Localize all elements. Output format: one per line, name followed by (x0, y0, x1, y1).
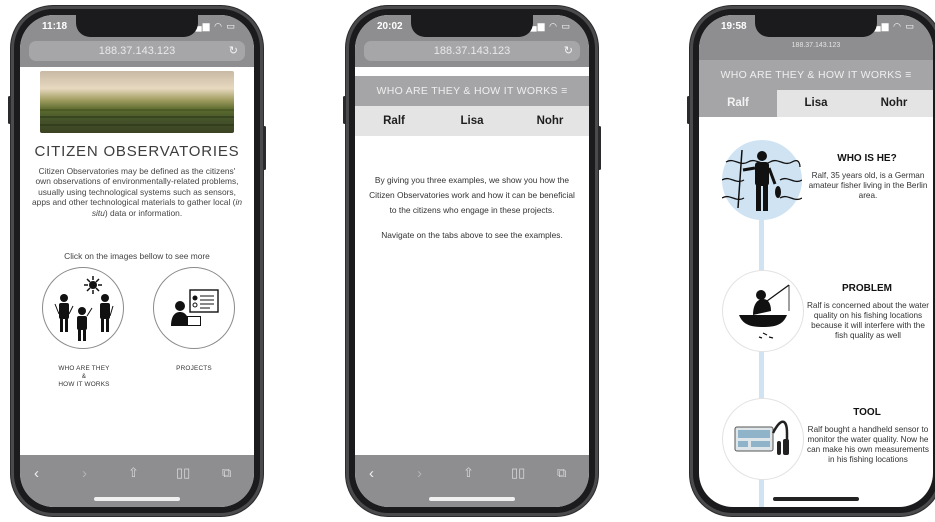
bookmarks-icon[interactable]: ▯▯ (511, 465, 525, 481)
water-sensor-icon (734, 420, 789, 455)
volume-button (8, 96, 11, 124)
status-time: 19:58 (721, 21, 747, 32)
phone-3: 19:58 ▂▄▆ ◠ ▭ 188.37.143.123 WHO ARE THE… (687, 6, 935, 516)
status-time: 20:02 (377, 21, 403, 32)
fisher-icon (721, 149, 803, 211)
url-text: 188.37.143.123 (98, 45, 176, 57)
sensor-illustration (722, 398, 804, 480)
menu-title: WHO ARE THEY & HOW IT WORKS (720, 69, 902, 81)
tabs-icon[interactable]: ⧉ (222, 465, 231, 481)
menu-title: WHO ARE THEY & HOW IT WORKS (376, 85, 558, 97)
reload-icon[interactable]: ↻ (564, 41, 573, 61)
browser-toolbar: ‹ › ⇧ ▯▯ ⧉ (355, 455, 589, 507)
tab-ralf[interactable]: Ralf (355, 106, 433, 136)
example-tabs: Ralf Lisa Nohr (355, 106, 589, 136)
tab-lisa[interactable]: Lisa (433, 106, 511, 136)
section-text-who: Ralf, 35 years old, is a German amateur … (808, 171, 928, 200)
phone-1-screen: 11:18 ▂▄▆ ◠ ▭ 188.37.143.123 ↻ CITIZEN O… (20, 15, 254, 507)
phone-2-screen: 20:02 ▂▄▆ ◠ ▭ 188.37.143.123 ↻ WHO ARE T… (355, 15, 589, 507)
notch (755, 15, 877, 37)
tab-ralf-active[interactable]: Ralf (699, 90, 777, 117)
section-text-tool: Ralf bought a handheld sensor to monitor… (807, 425, 929, 464)
hamburger-icon[interactable]: ≡ (905, 69, 911, 81)
citizens-group-icon (54, 276, 114, 341)
vineyard-hero-image (40, 71, 234, 133)
section-text-problem: Ralf is concerned about the water qualit… (807, 301, 929, 340)
forward-icon[interactable]: › (82, 465, 87, 482)
example-tabs: Ralf Lisa Nohr (699, 90, 933, 117)
reload-icon[interactable]: ↻ (229, 41, 238, 61)
share-icon[interactable]: ⇧ (463, 465, 474, 481)
notch (76, 15, 198, 37)
intro-text: By giving you three examples, we show yo… (369, 175, 575, 215)
url-bar[interactable]: 188.37.143.123 ↻ (364, 41, 580, 61)
tab-nohr[interactable]: Nohr (855, 90, 933, 117)
section-heading-who: WHO IS HE? (837, 153, 897, 164)
projects-label: PROJECTS (176, 365, 212, 372)
status-time: 11:18 (42, 21, 68, 32)
url-text: 188.37.143.123 (433, 45, 511, 57)
phone-2: 20:02 ▂▄▆ ◠ ▭ 188.37.143.123 ↻ WHO ARE T… (343, 6, 601, 516)
volume-button (687, 96, 690, 124)
description-text: Citizen Observatories may be defined as … (32, 166, 242, 218)
phone-1: 11:18 ▂▄▆ ◠ ▭ 188.37.143.123 ↻ CITIZEN O… (8, 6, 266, 516)
wifi-icon: ◠ (214, 21, 223, 31)
volume-button (343, 96, 346, 124)
wifi-icon: ◠ (549, 21, 558, 31)
tabs-icon[interactable]: ⧉ (557, 465, 566, 481)
power-button (598, 126, 601, 170)
hamburger-icon[interactable]: ≡ (561, 85, 567, 97)
battery-icon: ▭ (226, 21, 236, 31)
home-indicator (94, 497, 180, 501)
home-indicator (773, 497, 859, 501)
back-icon[interactable]: ‹ (369, 465, 374, 482)
battery-icon: ▭ (561, 21, 571, 31)
bookmarks-icon[interactable]: ▯▯ (176, 465, 190, 481)
section-heading-problem: PROBLEM (842, 283, 892, 294)
wifi-icon: ◠ (893, 21, 902, 31)
presentation-icon (171, 289, 219, 326)
notch (411, 15, 533, 37)
section-heading-tool: TOOL (853, 407, 881, 418)
sun-icon (84, 276, 102, 294)
who-are-they-card[interactable] (42, 267, 124, 349)
navigate-text: Navigate on the tabs above to see the ex… (381, 230, 563, 240)
page-title: CITIZEN OBSERVATORIES (34, 143, 240, 160)
boat-fisher-icon (739, 284, 790, 339)
projects-card[interactable] (153, 267, 235, 349)
share-icon[interactable]: ⇧ (128, 465, 139, 481)
boat-illustration (722, 270, 804, 352)
who-are-they-label: WHO ARE THEY & HOW IT WORKS (58, 365, 110, 388)
power-button (263, 126, 266, 170)
section-menu-bar[interactable]: WHO ARE THEY & HOW IT WORKS ≡ (355, 76, 589, 106)
click-prompt: Click on the images bellow to see more (64, 251, 210, 261)
url-text-compact[interactable]: 188.37.143.123 (699, 42, 933, 49)
forward-icon[interactable]: › (417, 465, 422, 482)
back-icon[interactable]: ‹ (34, 465, 39, 482)
section-menu-bar[interactable]: WHO ARE THEY & HOW IT WORKS ≡ (699, 60, 933, 90)
url-bar[interactable]: 188.37.143.123 ↻ (29, 41, 245, 61)
browser-toolbar: ‹ › ⇧ ▯▯ ⧉ (20, 455, 254, 507)
fisher-illustration (721, 140, 803, 220)
tab-lisa[interactable]: Lisa (777, 90, 855, 117)
home-indicator (429, 497, 515, 501)
tab-nohr[interactable]: Nohr (511, 106, 589, 136)
battery-icon: ▭ (905, 21, 915, 31)
phone-3-screen: 19:58 ▂▄▆ ◠ ▭ 188.37.143.123 WHO ARE THE… (699, 15, 933, 507)
